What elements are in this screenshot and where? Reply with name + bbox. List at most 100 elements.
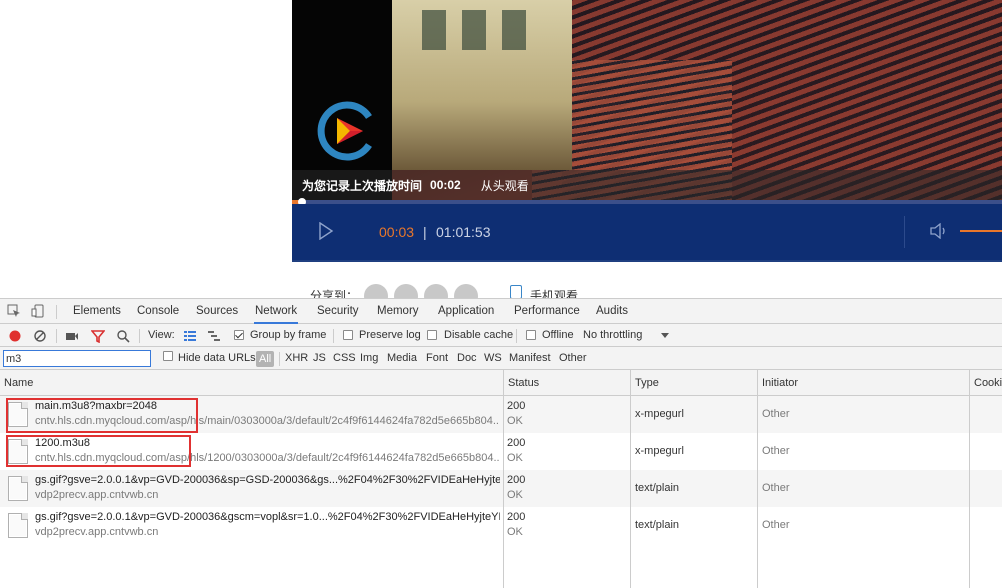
large-rows-icon[interactable] [183,329,197,343]
play-icon[interactable] [318,222,334,240]
share-weibo-icon[interactable] [424,284,448,298]
type-filter-xhr[interactable]: XHR [285,347,308,370]
type-filter-other[interactable]: Other [559,347,587,370]
camera-icon[interactable] [65,329,79,343]
request-initiator: Other [762,408,790,420]
device-toolbar-icon[interactable] [31,304,45,318]
type-filter-css[interactable]: CSS [333,347,356,370]
offline-label[interactable]: Offline [542,324,574,347]
request-name: gs.gif?gsve=2.0.0.1&vp=GVD-200036&sp=GSD… [35,474,500,486]
disable-cache-label[interactable]: Disable cache [444,324,513,347]
column-name[interactable]: Name [0,370,33,396]
request-url: vdp2precv.app.cntvwb.cn [35,489,159,501]
type-filter-js[interactable]: JS [313,347,326,370]
column-status[interactable]: Status [504,370,539,396]
mobile-watch-label[interactable]: 手机观看 [530,287,578,298]
throttling-select[interactable]: No throttling [583,324,642,347]
video-frame[interactable]: 为您记录上次播放时间 00:02 从头观看 [292,0,1002,200]
inspect-icon[interactable] [7,304,21,318]
request-status-text: OK [507,452,523,464]
column-initiator[interactable]: Initiator [758,370,798,396]
request-status-text: OK [507,415,523,427]
tab-memory[interactable]: Memory [376,299,420,324]
tab-performance[interactable]: Performance [513,299,581,324]
filter-icon[interactable] [91,329,105,343]
video-scene-window [462,10,486,50]
type-filter-all[interactable]: All [256,351,275,367]
group-by-frame-checkbox[interactable] [234,330,244,340]
preserve-log-label[interactable]: Preserve log [359,324,421,347]
column-type[interactable]: Type [631,370,659,396]
share-qzone-icon[interactable] [454,284,478,298]
tab-security[interactable]: Security [316,299,360,324]
request-type: x-mpegurl [635,445,684,457]
table-header: Name Status Type Initiator Cooki [0,370,1002,396]
network-filterbar: Hide data URLs All XHR JS CSS Img Media … [0,347,1002,370]
column-divider[interactable] [503,370,504,588]
column-cookies[interactable]: Cooki [970,370,1002,396]
toolbar-separator [139,329,140,343]
hide-data-urls-label[interactable]: Hide data URLs [178,347,256,370]
group-by-frame-label[interactable]: Group by frame [250,324,326,347]
resume-playback-bar: 为您记录上次播放时间 00:02 从头观看 [292,170,1002,200]
mobile-icon[interactable] [510,285,522,298]
request-initiator: Other [762,482,790,494]
file-icon [8,476,28,501]
type-filter-doc[interactable]: Doc [457,347,477,370]
request-status: 200 [507,511,526,523]
devtools-tabbar: Elements Console Sources Network Securit… [0,299,1002,324]
view-label: View: [148,329,175,341]
request-type: text/plain [635,519,680,531]
request-status: 200 [507,437,526,449]
column-divider[interactable] [630,370,631,588]
play-from-start-link[interactable]: 从头观看 [481,177,529,194]
type-filter-font[interactable]: Font [426,347,448,370]
request-status: 200 [507,474,526,486]
preserve-log-checkbox[interactable] [343,330,353,340]
video-scene-window [502,10,526,50]
table-row[interactable]: gs.gif?gsve=2.0.0.1&vp=GVD-200036&sp=GSD… [0,470,1002,507]
clear-icon[interactable] [33,329,47,343]
request-name: gs.gif?gsve=2.0.0.1&vp=GVD-200036&gscm=v… [35,511,500,523]
dropdown-icon[interactable] [660,330,670,340]
table-row[interactable]: gs.gif?gsve=2.0.0.1&vp=GVD-200036&gscm=v… [0,507,1002,544]
player-controls: 00:03 | 01:01:53 [292,204,1002,260]
share-qq-icon[interactable] [394,284,418,298]
request-initiator: Other [762,445,790,457]
waterfall-icon[interactable] [207,329,221,343]
control-divider [904,216,905,248]
share-row: 分享到： 手机观看 [310,284,610,298]
request-url: vdp2precv.app.cntvwb.cn [35,526,159,538]
video-player[interactable]: 为您记录上次播放时间 00:02 从头观看 00:03 | 01:01:53 [292,0,1002,262]
type-filter-manifest[interactable]: Manifest [509,347,551,370]
video-scene-window [422,10,446,50]
type-filter-media[interactable]: Media [387,347,417,370]
tab-application[interactable]: Application [437,299,495,324]
column-divider[interactable] [757,370,758,588]
tab-console[interactable]: Console [136,299,180,324]
request-status-text: OK [507,489,523,501]
tab-sources[interactable]: Sources [195,299,239,324]
volume-icon[interactable] [930,223,948,239]
share-label: 分享到： [310,289,359,298]
current-time: 00:03 [379,224,415,240]
filter-input[interactable] [3,350,151,367]
disable-cache-checkbox[interactable] [427,330,437,340]
tab-elements[interactable]: Elements [72,299,122,324]
search-icon[interactable] [116,329,130,343]
request-status: 200 [507,400,526,412]
offline-checkbox[interactable] [526,330,536,340]
tab-network[interactable]: Network [254,299,299,324]
type-filter-img[interactable]: Img [360,347,378,370]
resume-time: 00:02 [430,178,461,192]
tab-audits[interactable]: Audits [595,299,629,324]
column-divider[interactable] [969,370,970,588]
volume-slider[interactable] [960,230,1002,232]
type-filter-ws[interactable]: WS [484,347,502,370]
toolbar-separator [516,329,517,343]
tab-separator [56,305,57,319]
hide-data-urls-checkbox[interactable] [163,351,173,361]
toolbar-separator [333,329,334,343]
record-icon[interactable] [8,329,22,343]
share-wechat-icon[interactable] [364,284,388,298]
